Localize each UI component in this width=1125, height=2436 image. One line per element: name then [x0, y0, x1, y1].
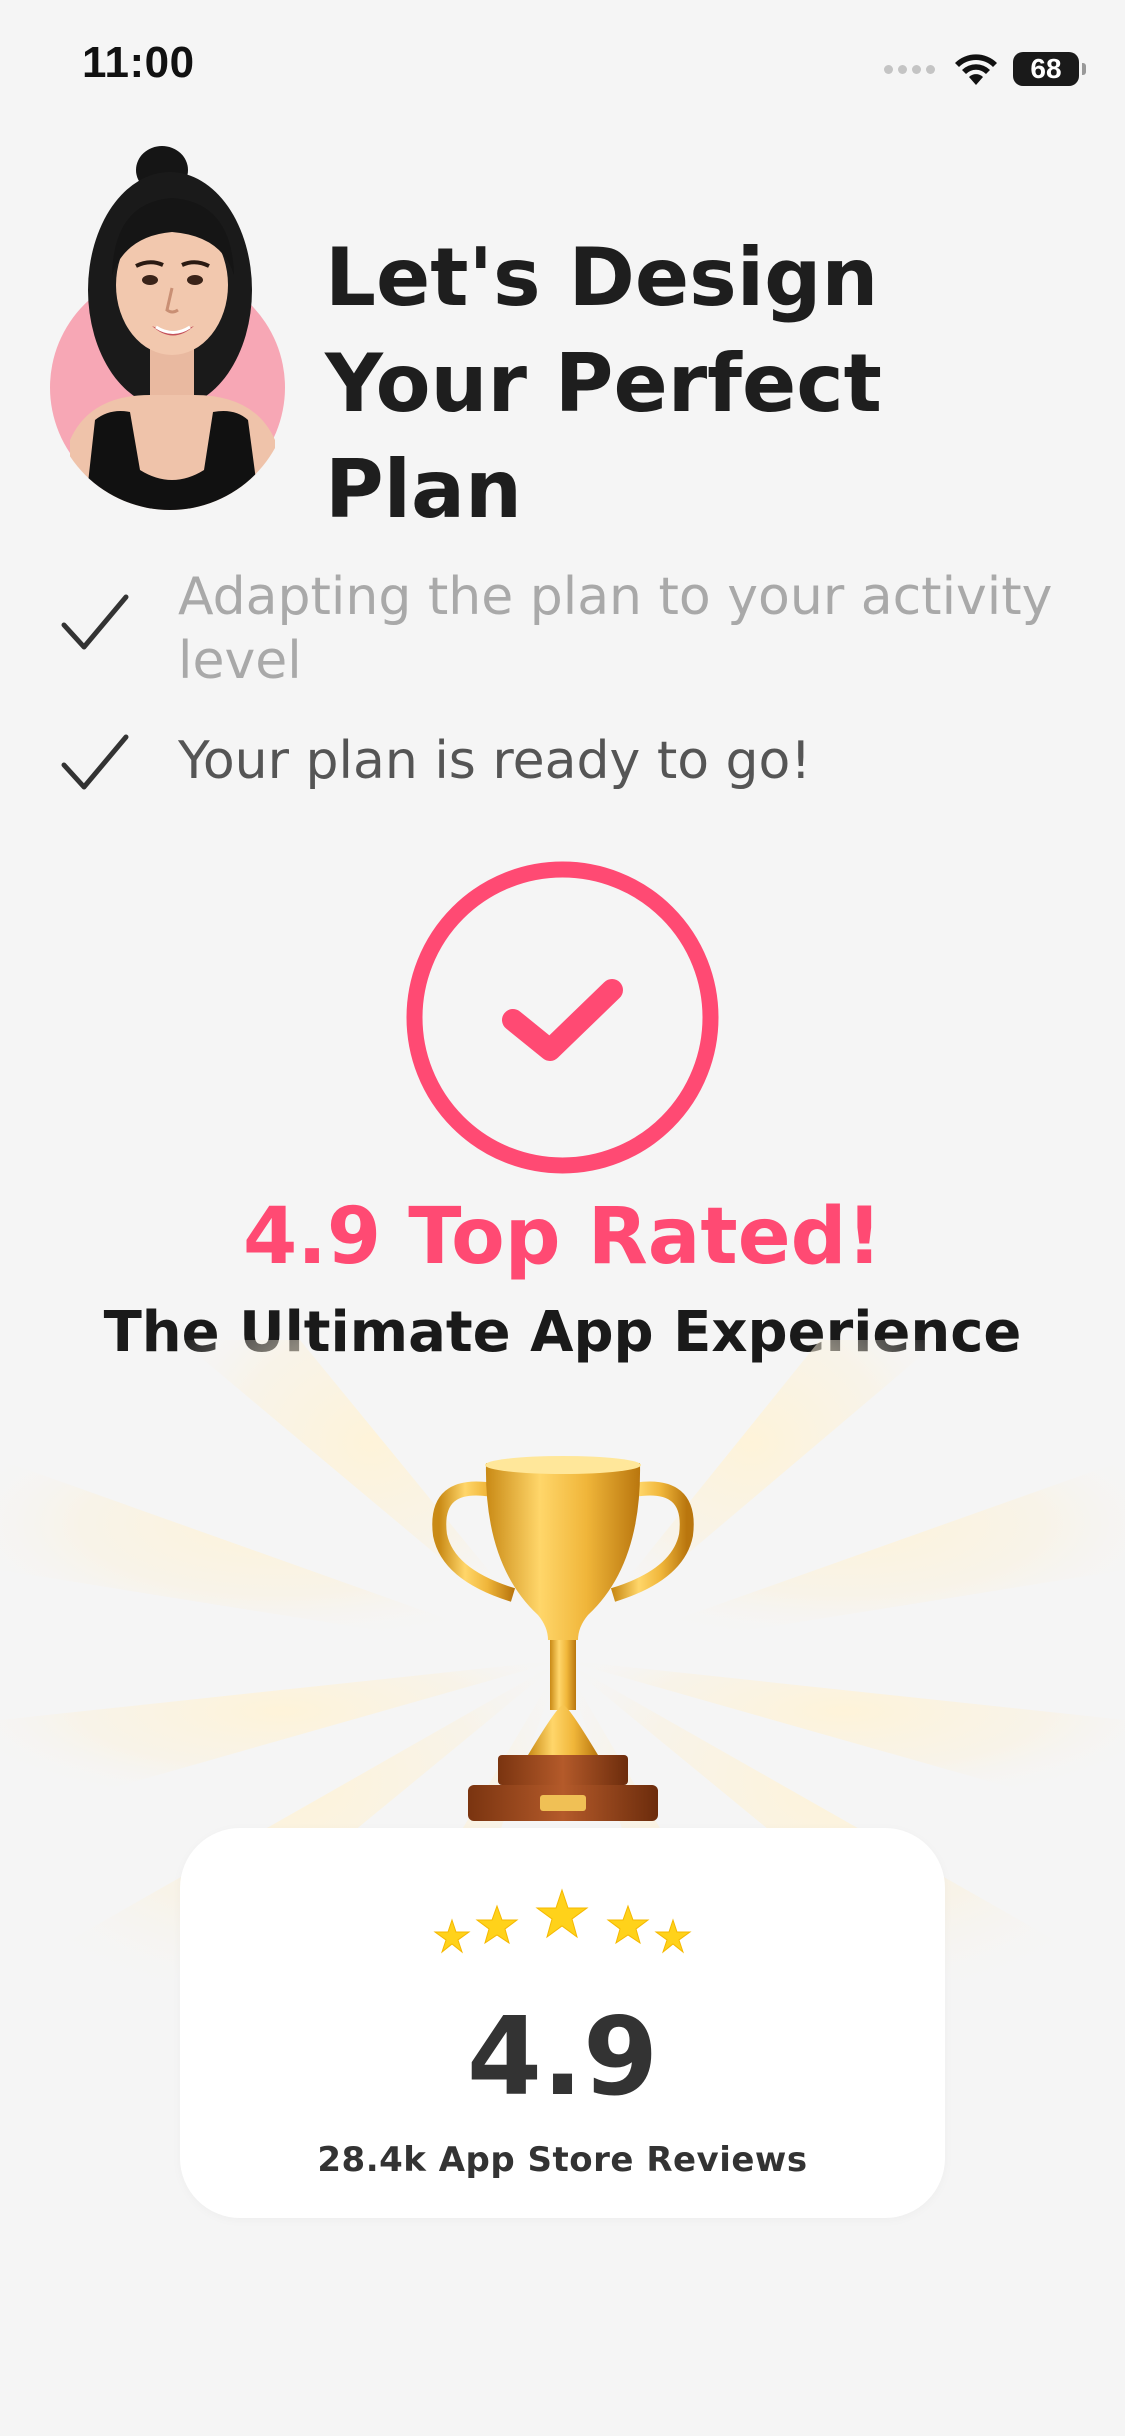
review-card: 4.9 28.4k App Store Reviews	[180, 1828, 945, 2218]
review-count: 28.4k App Store Reviews	[317, 2140, 808, 2180]
status-time: 11:00	[82, 38, 195, 87]
avatar	[50, 140, 290, 510]
check-icon	[61, 594, 129, 650]
status-bar: 11:00 68	[0, 0, 1125, 140]
status-indicators: 68	[884, 44, 1086, 94]
battery-icon: 68	[1013, 52, 1086, 86]
trophy-icon	[432, 1456, 694, 1821]
rating-score: 4.9	[466, 1995, 659, 2120]
checklist-item: Adapting the plan to your activity level	[60, 565, 1080, 693]
rating-title: 4.9 Top Rated!	[242, 1192, 883, 1282]
check-circle-icon	[406, 861, 719, 1174]
battery-level: 68	[1030, 53, 1062, 84]
checklist-item-label: Your plan is ready to go!	[178, 731, 812, 791]
progress-checklist: Adapting the plan to your activity level…	[60, 565, 1080, 825]
check-icon	[61, 734, 129, 790]
wifi-icon	[955, 54, 997, 85]
page-title: Let's Design Your Perfect Plan	[325, 231, 882, 536]
checklist-item-label: Adapting the plan to your activity level	[178, 567, 1053, 691]
signal-dots-icon	[884, 64, 935, 74]
avatar-illustration	[70, 146, 275, 510]
five-stars-icon	[433, 1888, 692, 1954]
checklist-item: Your plan is ready to go!	[60, 729, 1080, 793]
